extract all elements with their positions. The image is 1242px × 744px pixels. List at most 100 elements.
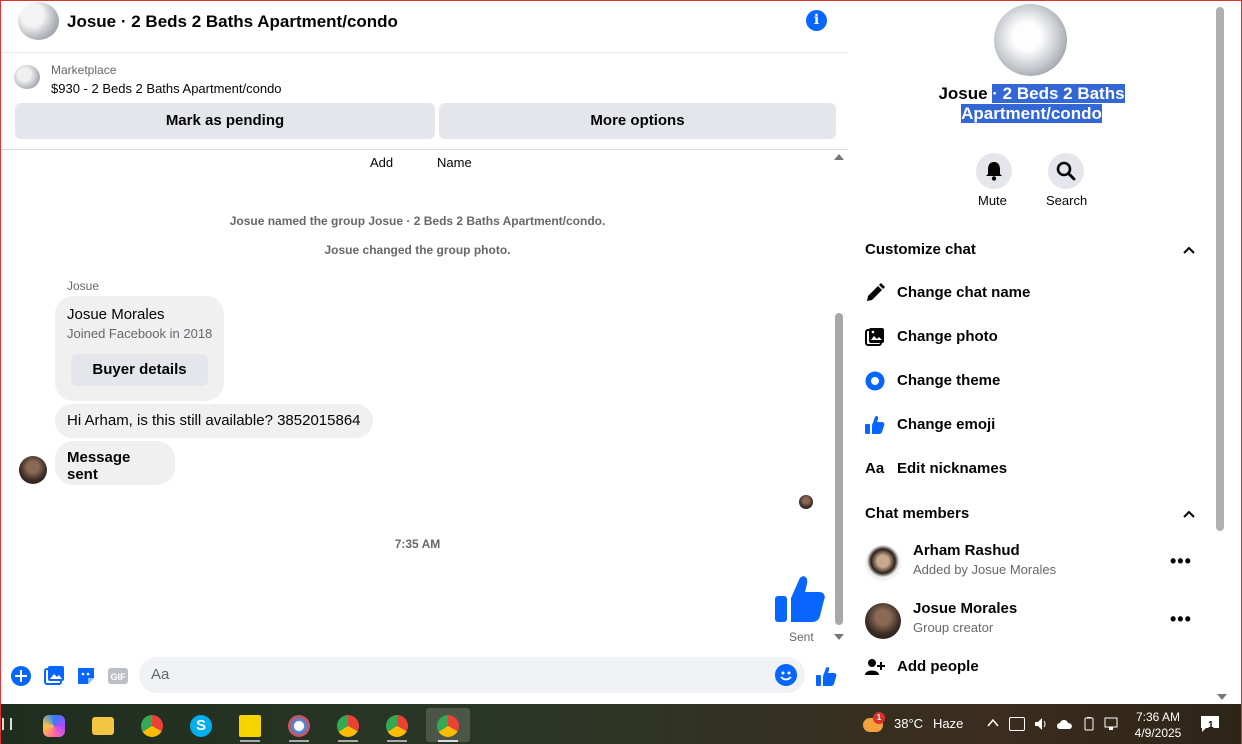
security-icon[interactable]	[1009, 717, 1025, 731]
avatar[interactable]	[865, 545, 901, 581]
mute-label: Mute	[978, 193, 1007, 208]
listing-thumbnail[interactable]	[14, 65, 40, 89]
more-options-button[interactable]: More options	[439, 103, 836, 139]
change-chat-name-item[interactable]: Change chat name	[865, 273, 1195, 313]
add-person-icon	[865, 659, 885, 675]
notifications-button[interactable]: 1	[1200, 715, 1220, 733]
scroll-up-arrow[interactable]	[834, 154, 844, 160]
weather-condition[interactable]: Haze	[933, 716, 963, 731]
battery-icon[interactable]	[1082, 717, 1096, 731]
change-theme-item[interactable]: Change theme	[865, 361, 1195, 401]
plus-icon[interactable]	[10, 665, 32, 687]
group-photo[interactable]	[994, 4, 1067, 76]
message-bubble[interactable]: Hi Arham, is this still available? 38520…	[55, 404, 373, 438]
taskbar-chrome-profile-1[interactable]	[328, 708, 368, 742]
bell-icon	[986, 162, 1002, 181]
customize-chat-heading[interactable]: Customize chat	[865, 241, 976, 258]
more-options-icon[interactable]: •••	[1170, 609, 1192, 630]
weather-widget[interactable]: 1	[863, 712, 885, 734]
message-input[interactable]: Aa	[139, 657, 805, 693]
running-indicator	[438, 740, 458, 742]
skype-icon: S	[190, 715, 212, 737]
chat-scrollbar[interactable]	[834, 150, 848, 644]
edit-nicknames-item[interactable]: Aa Edit nicknames	[865, 449, 1195, 489]
member-row[interactable]: Arham Rashud Added by Josue Morales •••	[865, 539, 1195, 595]
nickname-icon: Aa	[865, 460, 885, 477]
gif-icon[interactable]: GIF	[107, 665, 129, 687]
chrome-icon	[386, 715, 408, 737]
search-icon	[1056, 161, 1076, 181]
chevron-up-icon[interactable]	[1182, 243, 1196, 257]
search-button[interactable]	[1048, 153, 1084, 189]
chat-members-heading[interactable]: Chat members	[865, 505, 969, 522]
taskbar-sticky-notes[interactable]	[230, 708, 270, 742]
temperature[interactable]: 38°C	[894, 716, 923, 731]
sticker-icon[interactable]	[75, 665, 97, 687]
avatar[interactable]	[865, 603, 901, 639]
menu-item-label: Change emoji	[897, 416, 996, 433]
menu-item-label: Change photo	[897, 328, 998, 345]
like-send-icon[interactable]	[815, 665, 837, 687]
volume-icon[interactable]	[1033, 716, 1049, 732]
running-indicator	[338, 740, 358, 742]
onedrive-icon[interactable]	[1056, 718, 1074, 730]
member-name: Arham Rashud	[913, 542, 1020, 559]
change-photo-item[interactable]: Change photo	[865, 317, 1195, 357]
photo-icon[interactable]	[43, 665, 65, 687]
avatar[interactable]	[19, 456, 47, 484]
menu-item-label: Change chat name	[897, 284, 1031, 301]
scroll-down-arrow[interactable]	[1217, 694, 1227, 700]
taskbar-paint[interactable]	[279, 708, 319, 742]
change-emoji-item[interactable]: Change emoji	[865, 405, 1195, 445]
chat-pane: Josue · 2 Beds 2 Baths Apartment/condo i…	[1, 1, 848, 704]
sent-status: Sent	[789, 630, 814, 644]
member-row[interactable]: Josue Morales Group creator •••	[865, 597, 1195, 653]
taskbar-chrome[interactable]	[132, 708, 172, 742]
photo-icon	[865, 328, 884, 346]
paint-icon	[288, 715, 310, 737]
name-text: Name	[437, 155, 472, 170]
listing-description[interactable]: $930 - 2 Beds 2 Baths Apartment/condo	[51, 81, 282, 96]
mute-button[interactable]	[976, 153, 1012, 189]
clock-date: 4/9/2025	[1134, 726, 1182, 740]
mark-as-pending-button[interactable]: Mark as pending	[15, 103, 435, 139]
chrome-icon	[337, 715, 359, 737]
scroll-down-arrow[interactable]	[834, 634, 844, 640]
taskbar-copilot[interactable]	[34, 708, 74, 742]
info-scrollbar[interactable]	[1215, 1, 1229, 704]
add-text: Add	[370, 155, 394, 170]
taskbar-chrome-profile-3[interactable]	[426, 708, 470, 742]
chevron-up-icon[interactable]	[987, 717, 999, 729]
taskbar-file-explorer[interactable]	[83, 708, 123, 742]
menu-item-label: Change theme	[897, 372, 1001, 389]
member-name: Josue Morales	[913, 600, 1018, 617]
add-people-item[interactable]: Add people	[865, 647, 1195, 687]
app-window: Josue · 2 Beds 2 Baths Apartment/condo i…	[0, 0, 1242, 744]
buyer-details-button[interactable]: Buyer details	[71, 354, 208, 386]
copilot-icon	[43, 715, 65, 737]
taskbar-chrome-profile-2[interactable]	[377, 708, 417, 742]
theme-icon	[865, 371, 885, 391]
chat-title[interactable]: Josue · 2 Beds 2 Baths Apartment/condo	[67, 12, 398, 32]
scrollbar-thumb[interactable]	[1216, 7, 1224, 531]
network-icon[interactable]	[1104, 717, 1122, 731]
chrome-icon	[437, 715, 459, 737]
task-view-icon[interactable]	[2, 718, 12, 730]
message-list: Add Name Josue named the group Josue · 2…	[1, 150, 834, 650]
member-subtitle: Added by Josue Morales	[913, 562, 1057, 577]
emoji-icon[interactable]	[775, 664, 797, 686]
chevron-up-icon[interactable]	[1182, 507, 1196, 521]
message-bubble[interactable]: Message sent	[55, 441, 175, 485]
scrollbar-thumb[interactable]	[835, 313, 843, 625]
info-icon[interactable]: i	[806, 10, 827, 31]
clock-time: 7:36 AM	[1135, 710, 1181, 724]
group-avatar[interactable]	[18, 2, 59, 40]
buyer-profile-card: Josue Morales Joined Facebook in 2018 Bu…	[55, 296, 224, 401]
weather-badge: 1	[873, 712, 885, 724]
read-receipt-avatar	[799, 495, 813, 509]
taskbar-skype[interactable]: S	[181, 708, 221, 742]
folder-icon	[92, 717, 114, 735]
running-indicator	[240, 740, 260, 742]
more-options-icon[interactable]: •••	[1170, 551, 1192, 572]
system-clock[interactable]: 7:36 AM 4/9/2025	[1133, 709, 1183, 741]
